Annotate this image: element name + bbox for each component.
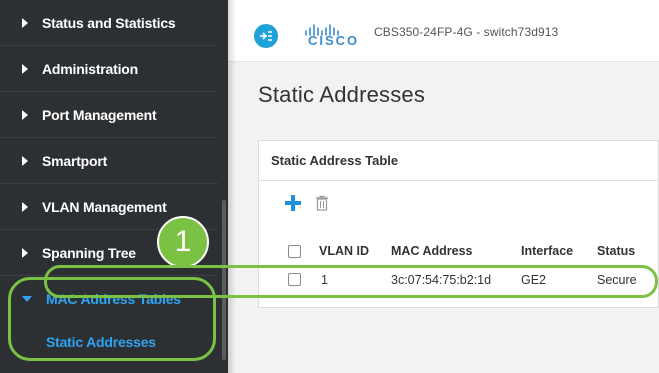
select-all-checkbox[interactable] <box>288 245 301 258</box>
caret-right-icon <box>22 109 28 120</box>
caret-right-icon <box>22 201 28 212</box>
sidebar-item-label: Spanning Tree <box>42 244 136 261</box>
sidebar-item-label: VLAN Management <box>42 198 167 215</box>
caret-right-icon <box>22 247 28 258</box>
cisco-brand-text: CISCO <box>308 33 360 48</box>
cisco-app-icon <box>254 24 278 48</box>
caret-right-icon <box>22 155 28 166</box>
sidebar-item-port-management[interactable]: Port Management <box>0 92 218 138</box>
sidebar-edge-shadow <box>228 0 236 373</box>
table-title: Static Address Table <box>259 141 658 181</box>
page-title: Static Addresses <box>258 82 426 107</box>
sidebar-item-label: Port Management <box>42 106 157 123</box>
sidebar-item-label: Administration <box>42 60 138 77</box>
step-number-badge: 1 <box>157 216 209 268</box>
table-toolbar <box>285 195 329 211</box>
column-header-vlan-id: VLAN ID <box>319 244 369 258</box>
sidebar-item-label: Smartport <box>42 152 108 169</box>
caret-right-icon <box>22 63 28 74</box>
column-header-mac-address: MAC Address <box>391 244 473 258</box>
caret-right-icon <box>22 17 28 28</box>
highlight-outline-row <box>44 265 658 298</box>
sidebar-item-administration[interactable]: Administration <box>0 46 218 92</box>
main-content: Static Addresses Static Address Table VL… <box>228 62 659 373</box>
table-header-row: VLAN ID MAC Address Interface Status <box>259 237 659 265</box>
top-header: CISCO CBS350-24FP-4G - switch73d913 <box>228 0 659 62</box>
sidebar-item-smartport[interactable]: Smartport <box>0 138 218 184</box>
column-header-status: Status <box>597 244 636 258</box>
sidebar-item-status-and-statistics[interactable]: Status and Statistics <box>0 0 218 46</box>
app-glyph-icon <box>260 31 272 41</box>
sidebar-item-label: Status and Statistics <box>42 14 176 31</box>
delete-icon[interactable] <box>315 195 329 211</box>
add-icon[interactable] <box>285 195 301 211</box>
device-name: CBS350-24FP-4G - switch73d913 <box>374 25 559 39</box>
column-header-interface: Interface <box>521 244 574 258</box>
